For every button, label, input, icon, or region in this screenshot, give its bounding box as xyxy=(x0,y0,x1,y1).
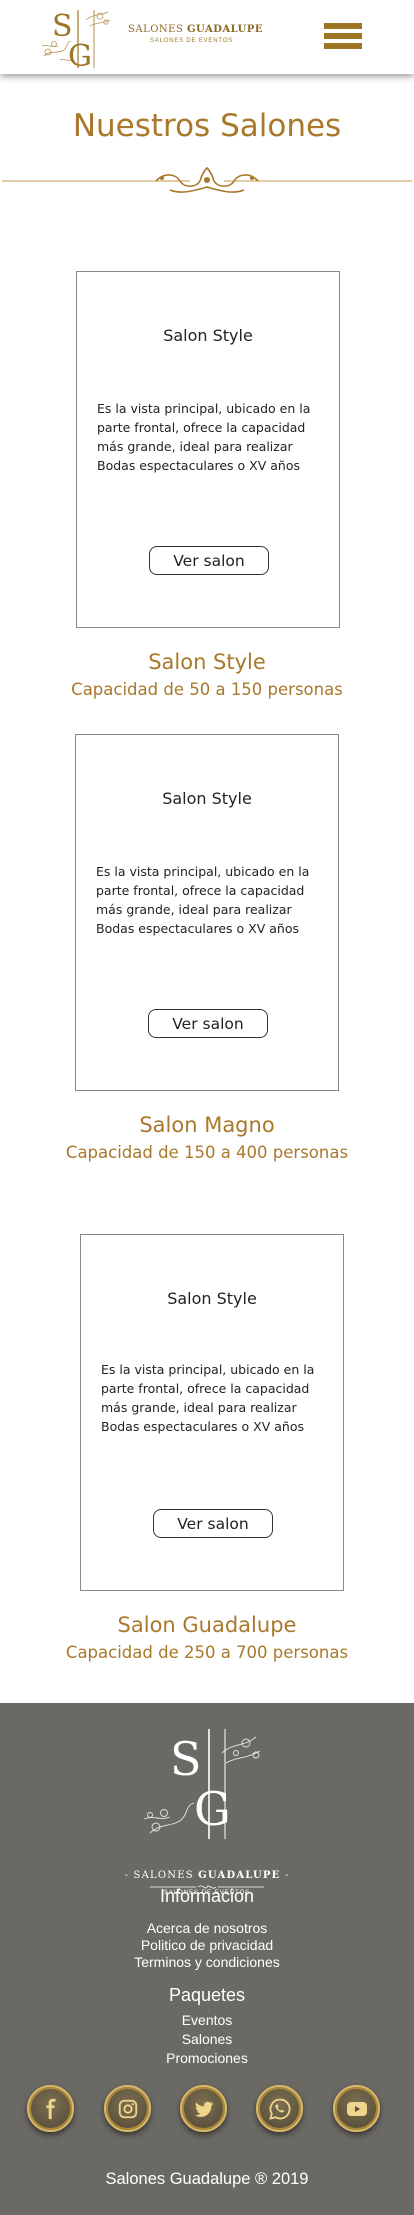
ornament-divider-icon xyxy=(2,166,412,193)
salon-capacity: Capacidad de 50 a 150 personas xyxy=(71,680,343,699)
link-eventos[interactable]: Eventos xyxy=(0,2012,414,2028)
card-description: Es la vista principal, ubicado en la par… xyxy=(97,401,311,473)
hamburger-menu-button[interactable] xyxy=(324,23,364,51)
link-acerca[interactable]: Acerca de nosotros xyxy=(0,1920,414,1936)
salon-name: Salon Guadalupe xyxy=(117,1613,297,1637)
salon-name: Salon Magno xyxy=(139,1113,275,1137)
menu-bar xyxy=(324,33,362,39)
card-description: Es la vista principal, ubicado en la par… xyxy=(101,1362,315,1434)
brand-name: SALONES GUADALUPE xyxy=(128,24,263,35)
page-title: Nuestros Salones xyxy=(72,108,342,144)
site-footer: S G - SALONES GUADALUPE - SALONES DE EVE… xyxy=(0,1703,414,2215)
copyright: Salones Guadalupe ® 2019 xyxy=(105,2170,309,2188)
link-salones[interactable]: Salones xyxy=(0,2031,414,2047)
facebook-button[interactable] xyxy=(27,2085,74,2132)
footer-monogram-logo-icon: S G xyxy=(143,1729,261,1839)
menu-bar xyxy=(324,23,362,29)
facebook-icon xyxy=(45,2098,56,2119)
packages-heading: Paquetes xyxy=(168,1985,246,2005)
brand-subtitle: SALONES DE EVENTOS xyxy=(150,38,233,44)
svg-text:G: G xyxy=(68,39,92,70)
salon-card: Salon Style Es la vista principal, ubica… xyxy=(75,734,339,1091)
info-heading: Informacion xyxy=(159,1886,255,1906)
twitter-icon xyxy=(194,2101,213,2117)
menu-bar xyxy=(324,43,362,49)
salon-name: Salon Style xyxy=(148,650,266,674)
ver-salon-button[interactable]: Ver salon xyxy=(148,1009,268,1038)
salon-capacity: Capacidad de 150 a 400 personas xyxy=(65,1143,349,1162)
card-description: Es la vista principal, ubicado en la par… xyxy=(96,864,310,936)
card-title: Salon Style xyxy=(162,789,252,808)
instagram-button[interactable] xyxy=(104,2085,151,2132)
salon-capacity: Capacidad de 250 a 700 personas xyxy=(65,1643,349,1662)
whatsapp-button[interactable] xyxy=(256,2085,303,2132)
youtube-icon xyxy=(346,2101,367,2116)
salon-card: Salon Style Es la vista principal, ubica… xyxy=(80,1234,344,1591)
instagram-icon xyxy=(118,2099,137,2118)
youtube-button[interactable] xyxy=(333,2085,380,2132)
ver-salon-button[interactable]: Ver salon xyxy=(149,546,269,575)
link-terminos[interactable]: Terminos y condiciones xyxy=(0,1954,414,1970)
link-promociones[interactable]: Promociones xyxy=(0,2050,414,2066)
monogram-logo-icon: S G xyxy=(41,9,111,70)
salon-card: Salon Style Es la vista principal, ubica… xyxy=(76,271,340,628)
logo[interactable]: S G SALONES GUADALUPE SALONES DE EVENTOS xyxy=(38,6,263,70)
site-header: S G SALONES GUADALUPE SALONES DE EVENTOS xyxy=(0,0,414,74)
link-privacidad[interactable]: Politico de privacidad xyxy=(0,1937,414,1953)
logo-text: SALONES GUADALUPE SALONES DE EVENTOS xyxy=(128,24,263,44)
footer-brand-name: - SALONES GUADALUPE - xyxy=(124,1870,290,1881)
whatsapp-icon xyxy=(268,2098,290,2120)
card-title: Salon Style xyxy=(167,1289,257,1308)
twitter-button[interactable] xyxy=(180,2085,227,2132)
ver-salon-button[interactable]: Ver salon xyxy=(153,1509,273,1538)
svg-text:S: S xyxy=(170,1732,202,1786)
card-title: Salon Style xyxy=(163,326,253,345)
